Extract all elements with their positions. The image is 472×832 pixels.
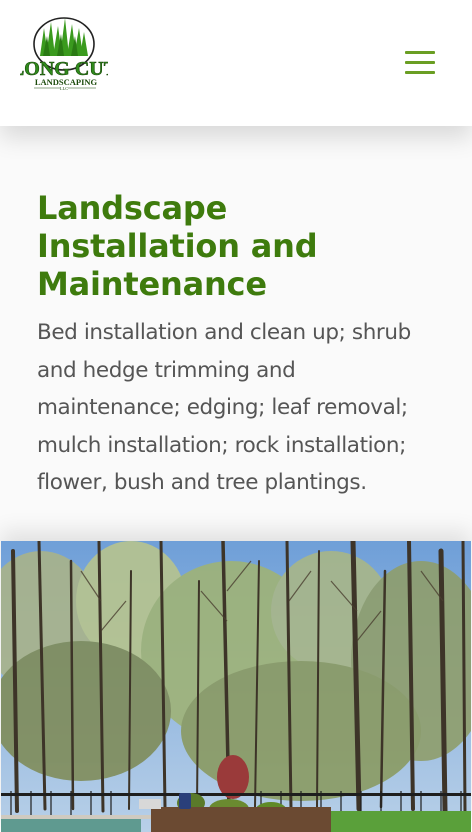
- service-description: Bed installation and clean up; shrub and…: [37, 320, 411, 495]
- service-title: Landscape Installation and Maintenance: [37, 189, 318, 303]
- menu-bar-top: [405, 51, 435, 54]
- menu-bar-bottom: [405, 71, 435, 74]
- backyard-photo-graphic: [1, 541, 471, 832]
- site-header: LONG CUT LANDSCAPING LLC: [0, 0, 472, 126]
- long-cut-landscaping-logo[interactable]: LONG CUT LANDSCAPING LLC: [11, 14, 118, 96]
- hamburger-menu-icon[interactable]: [402, 48, 438, 78]
- logo-graphic: LONG CUT LANDSCAPING LLC: [11, 17, 118, 91]
- menu-bar-middle: [405, 61, 435, 64]
- logo-line3-text: LLC: [60, 86, 69, 91]
- service-section: Landscape Installation and Maintenance B…: [0, 126, 472, 541]
- backyard-photo: [1, 541, 471, 832]
